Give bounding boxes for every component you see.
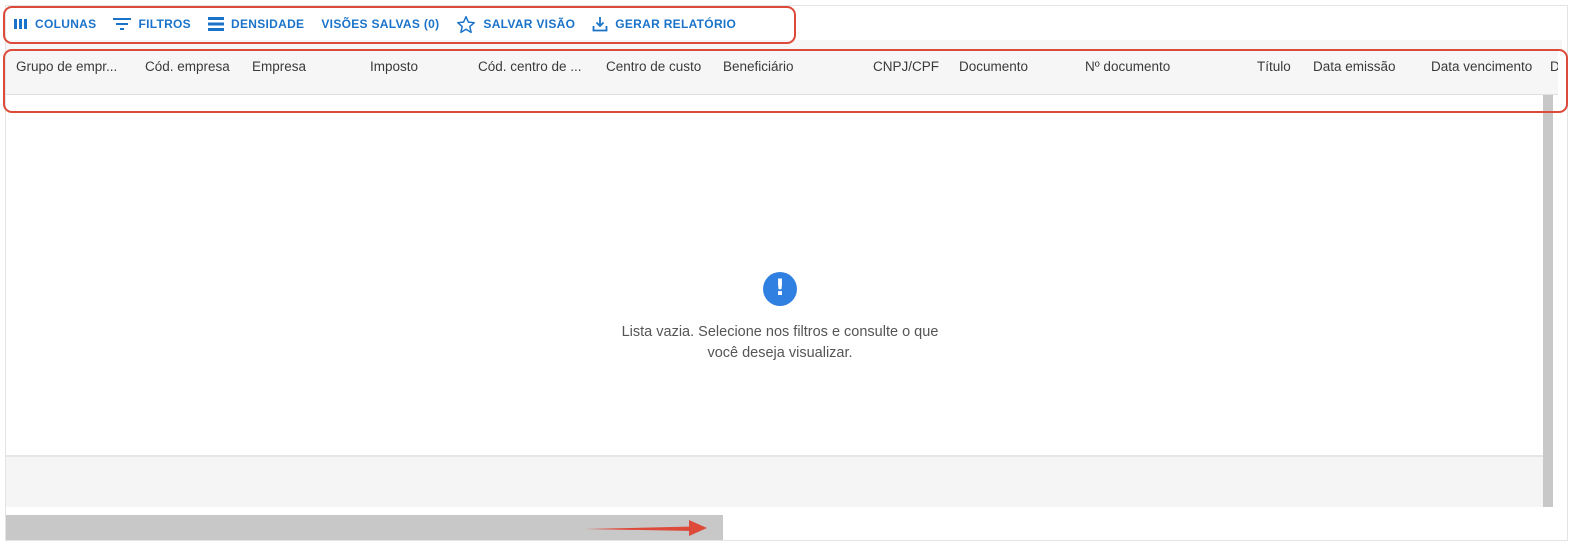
vertical-scrollbar[interactable] [1543, 95, 1553, 507]
empty-state-line-1: Lista vazia. Selecione nos filtros e con… [621, 324, 939, 340]
columns-icon [14, 18, 28, 30]
column-header-titulo[interactable]: Título [1257, 50, 1301, 84]
download-icon [592, 16, 608, 32]
density-button[interactable]: DENSIDADE [207, 17, 305, 31]
column-header-row: Grupo de empr... Cód. empresa Empresa Im… [6, 50, 1558, 95]
column-header-documento[interactable]: Documento [959, 50, 1059, 84]
column-header-cnpj-cpf[interactable]: CNPJ/CPF [873, 50, 945, 84]
columns-button[interactable]: COLUNAS [14, 17, 96, 31]
exclamation-icon: ! [763, 272, 797, 306]
column-header-data-vencimento[interactable]: Data vencimento [1431, 50, 1543, 84]
empty-state-line-2: você deseja visualizar. [707, 345, 853, 361]
column-header-truncated[interactable]: D [1550, 50, 1558, 84]
grid-footer [6, 455, 1543, 507]
saved-views-button[interactable]: VISÕES SALVAS (0) [321, 17, 439, 31]
column-header-beneficiario[interactable]: Beneficiário [723, 50, 843, 84]
save-view-button[interactable]: SALVAR VISÃO [456, 15, 575, 34]
toolbar-divider [6, 40, 1562, 50]
column-header-grupo-empresa[interactable]: Grupo de empr... [16, 50, 128, 84]
column-header-imposto[interactable]: Imposto [370, 50, 450, 84]
filters-button-label: FILTROS [138, 17, 191, 31]
density-icon [207, 17, 224, 31]
saved-views-button-label: VISÕES SALVAS (0) [321, 17, 440, 31]
columns-button-label: COLUNAS [35, 17, 97, 31]
right-arrow-icon [585, 519, 710, 542]
star-outline-icon [456, 15, 476, 34]
column-header-numero-documento[interactable]: Nº documento [1085, 50, 1205, 84]
generate-report-button-label: GERAR RELATÓRIO [615, 17, 737, 31]
filters-button[interactable]: FILTROS [113, 17, 191, 31]
empty-state-message: Lista vazia. Selecione nos filtros e con… [580, 322, 980, 364]
empty-state: ! Lista vazia. Selecione nos filtros e c… [580, 272, 980, 364]
save-view-button-label: SALVAR VISÃO [483, 17, 576, 31]
column-header-centro-custo[interactable]: Centro de custo [606, 50, 714, 84]
density-button-label: DENSIDADE [230, 17, 305, 31]
generate-report-button[interactable]: GERAR RELATÓRIO [592, 16, 736, 32]
column-header-cod-centro-custo[interactable]: Cód. centro de ... [478, 50, 590, 84]
column-header-empresa[interactable]: Empresa [252, 50, 342, 84]
column-header-cod-empresa[interactable]: Cód. empresa [145, 50, 245, 84]
column-header-data-emissao[interactable]: Data emissão [1313, 50, 1413, 84]
filter-icon [113, 17, 132, 31]
grid-toolbar: COLUNAS FILTROS DENSIDADE VISÕES SALVAS … [6, 8, 753, 40]
